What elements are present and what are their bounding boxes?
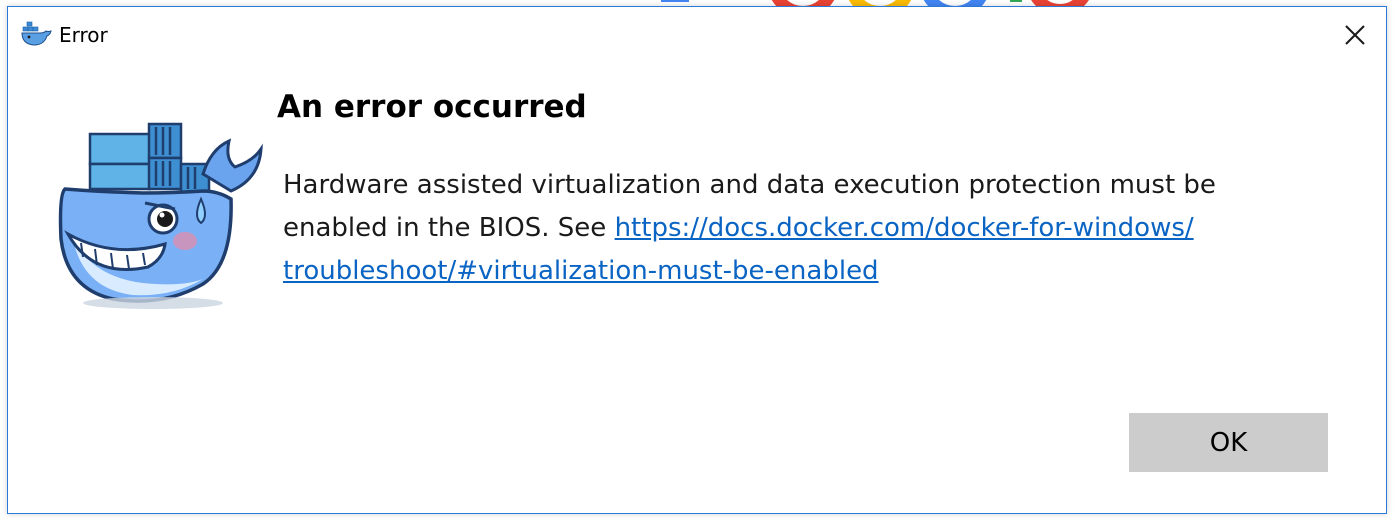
close-icon	[1345, 25, 1365, 45]
close-button[interactable]	[1324, 7, 1386, 63]
error-dialog: Error An error occurred Hardware assiste…	[7, 6, 1387, 514]
error-heading: An error occurred	[277, 89, 587, 125]
docker-whale-icon	[21, 21, 52, 46]
ok-button[interactable]: OK	[1129, 413, 1328, 472]
docker-whale-sad-icon	[58, 122, 263, 309]
window-title: Error	[59, 23, 108, 47]
title-bar[interactable]: Error	[8, 7, 1386, 65]
error-message: Hardware assisted virtualization and dat…	[283, 164, 1313, 293]
